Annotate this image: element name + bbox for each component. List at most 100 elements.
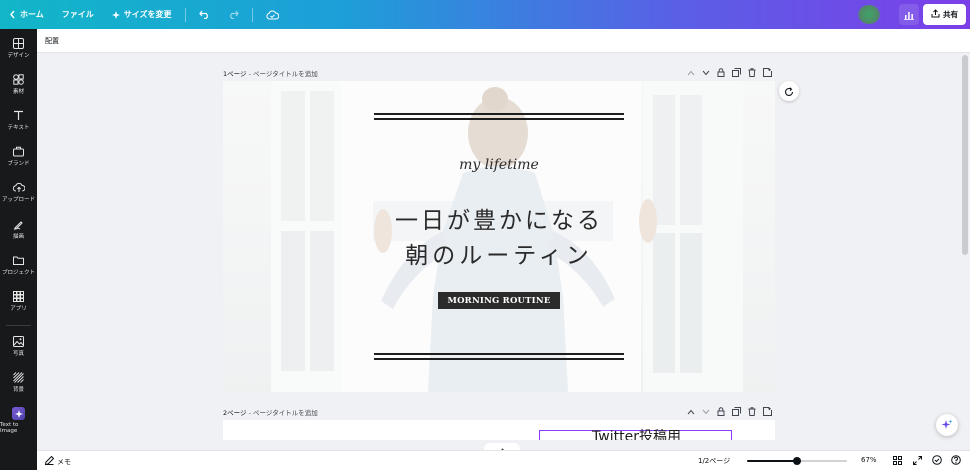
- sidebar-item-photos[interactable]: 写真: [0, 336, 37, 357]
- script-text[interactable]: my lifetime: [223, 157, 775, 173]
- refresh-button[interactable]: [779, 81, 799, 101]
- sidebar-item-label: 描画: [12, 234, 24, 240]
- page-number: 2ページ: [223, 409, 247, 417]
- design-page-1[interactable]: my lifetime 一日が豊かになる 朝のルーティン MORNING ROU…: [223, 81, 775, 392]
- home-button[interactable]: ホーム: [0, 0, 53, 29]
- sidebar-item-label: 背景: [12, 387, 24, 393]
- undo-icon: [198, 10, 210, 19]
- add-page-icon[interactable]: [763, 68, 772, 77]
- sidebar-item-design[interactable]: デザイン: [0, 38, 37, 59]
- sidebar-divider: [6, 325, 31, 326]
- pattern-icon: [13, 372, 24, 383]
- sidebar-item-uploads[interactable]: アップロード: [0, 182, 37, 203]
- sidebar-item-label: アプリ: [10, 306, 27, 312]
- insights-button[interactable]: [899, 4, 919, 25]
- page-number: 1ページ: [223, 70, 247, 78]
- briefcase-icon: [13, 146, 24, 157]
- duplicate-icon[interactable]: [732, 407, 741, 416]
- cloud-upload-icon: [12, 182, 25, 193]
- file-menu-button[interactable]: ファイル: [53, 0, 103, 29]
- sparkle-icon: [111, 10, 120, 19]
- sidebar-item-label: ブランド: [7, 161, 30, 167]
- collaborator-avatar[interactable]: [858, 5, 880, 24]
- zoom-slider-fill: [747, 460, 797, 462]
- notes-button[interactable]: メモ: [44, 455, 71, 467]
- arrange-button[interactable]: 配置: [45, 36, 59, 46]
- text-icon: [13, 110, 24, 121]
- context-toolbar: 配置: [37, 29, 970, 53]
- chevron-down-icon[interactable]: [702, 409, 710, 415]
- check-circle-icon[interactable]: [932, 455, 942, 467]
- top-toolbar: ホーム ファイル サイズを変更: [0, 0, 970, 29]
- bottom-rule-lower: [374, 358, 624, 360]
- page-title-input[interactable]: 1ページ - ページタイトルを追加: [223, 70, 318, 78]
- sidebar-item-label: Text to Image: [0, 422, 19, 434]
- top-rule-lower: [374, 118, 624, 120]
- lock-icon[interactable]: [717, 68, 725, 77]
- image-icon: [13, 336, 24, 347]
- sidebar-item-label: アップロード: [1, 197, 35, 203]
- sidebar-item-label: テキスト: [7, 125, 30, 131]
- trash-icon[interactable]: [748, 68, 756, 77]
- grid-view-icon[interactable]: [893, 456, 902, 467]
- undo-button[interactable]: [190, 0, 219, 29]
- fullscreen-icon[interactable]: [913, 456, 922, 467]
- sidebar-item-label: 写真: [12, 351, 24, 357]
- sidebar-item-draw[interactable]: 描画: [0, 219, 37, 240]
- upload-icon: [931, 9, 940, 20]
- morning-routine-badge[interactable]: MORNING ROUTINE: [438, 292, 560, 309]
- duplicate-icon[interactable]: [732, 68, 741, 77]
- sidebar-item-projects[interactable]: プロジェクト: [0, 255, 37, 276]
- page-header-1: 1ページ - ページタイトルを追加: [223, 68, 775, 82]
- layout-icon: [13, 38, 24, 49]
- notes-label: メモ: [57, 457, 71, 466]
- resize-button[interactable]: サイズを変更: [103, 0, 181, 29]
- help-icon[interactable]: [951, 455, 961, 467]
- toolbar-divider: [184, 7, 186, 22]
- sidebar-item-label: デザイン: [7, 53, 30, 59]
- sidebar-item-text[interactable]: テキスト: [0, 110, 37, 131]
- resize-label: サイズを変更: [123, 10, 172, 19]
- lock-icon[interactable]: [717, 407, 725, 416]
- toolbar-divider: [251, 7, 253, 22]
- page-title-placeholder: - ページタイトルを追加: [246, 409, 318, 417]
- sidebar-item-label: 素材: [12, 89, 24, 95]
- sparkles-icon: [941, 416, 953, 435]
- sidebar-item-text-to-image[interactable]: Text to Image: [0, 407, 37, 434]
- sidebar-item-apps[interactable]: アプリ: [0, 291, 37, 312]
- cloud-save-status[interactable]: [257, 0, 288, 29]
- canvas-scrollbar[interactable]: [962, 55, 968, 255]
- trash-icon[interactable]: [748, 407, 756, 416]
- heading-line-1[interactable]: 一日が豊かになる: [223, 201, 775, 235]
- cloud-check-icon: [265, 10, 279, 20]
- chevron-down-icon[interactable]: [702, 70, 710, 76]
- text-to-image-icon: [12, 407, 25, 420]
- bottom-rule-upper: [374, 353, 624, 355]
- file-label: ファイル: [61, 10, 94, 19]
- magic-assistant-button[interactable]: [936, 414, 958, 436]
- page-tools: [687, 407, 772, 416]
- twitter-post-text[interactable]: Twitter投稿用: [540, 430, 733, 440]
- sidebar-item-elements[interactable]: 素材: [0, 74, 37, 95]
- page-tools: [687, 68, 772, 77]
- heading-line-2[interactable]: 朝のルーティン: [223, 236, 775, 270]
- add-page-icon[interactable]: [763, 407, 772, 416]
- redo-icon: [228, 10, 239, 19]
- zoom-slider-thumb[interactable]: [793, 457, 801, 465]
- sidebar-item-brand[interactable]: ブランド: [0, 146, 37, 167]
- zoom-level[interactable]: 67%: [861, 456, 877, 464]
- refresh-icon: [784, 82, 794, 101]
- top-rule-upper: [374, 113, 624, 115]
- chevron-up-icon[interactable]: [687, 409, 695, 415]
- left-sidebar: デザイン 素材 テキスト ブランド アップロード 描画 プロジェクト アプリ 写…: [0, 29, 37, 470]
- share-button[interactable]: 共有: [923, 4, 966, 25]
- page-counter[interactable]: 1/2ページ: [698, 456, 730, 466]
- notes-icon: [44, 455, 55, 467]
- zoom-slider[interactable]: [747, 457, 847, 465]
- redo-button[interactable]: [219, 0, 248, 29]
- sidebar-item-backgrounds[interactable]: 背景: [0, 372, 37, 393]
- chevron-up-icon[interactable]: [687, 70, 695, 76]
- page-title-input[interactable]: 2ページ - ページタイトルを追加: [223, 409, 318, 417]
- chevron-left-icon: [9, 10, 16, 19]
- selected-text-box[interactable]: Twitter投稿用: [539, 430, 732, 440]
